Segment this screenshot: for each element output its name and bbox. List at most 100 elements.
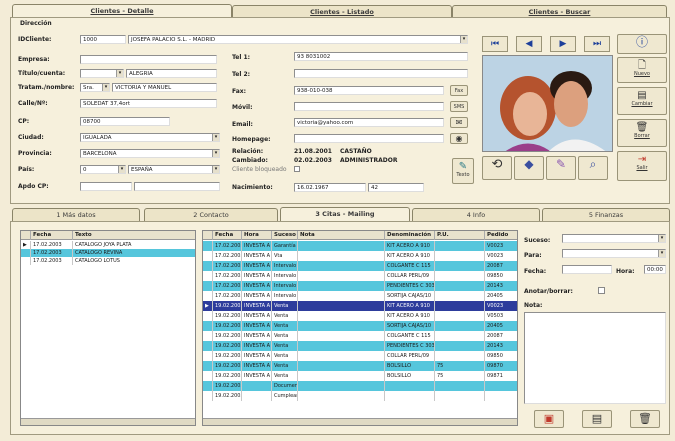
- next-record-button[interactable]: ▶: [550, 36, 576, 52]
- table-row[interactable]: 19.02.2003 INVESTA A Venta KIT ACERO A 910 V…: [203, 311, 517, 321]
- fecha-field[interactable]: [562, 265, 612, 274]
- table-row[interactable]: 19.02.2003Documentos: [203, 381, 517, 391]
- provincia-select[interactable]: BARCELONA ▾: [80, 149, 220, 158]
- table-row[interactable]: 19.02.2003 INVESTA A Venta SORTIJA CAJAS/10…: [203, 321, 517, 331]
- table-row[interactable]: ▶ 19.02.2003 INVESTA A Venta KIT ACERO A 910…: [203, 301, 517, 311]
- table-row[interactable]: 19.02.2003 INVESTA A Venta PENDIENTES C 303…: [203, 341, 517, 351]
- texto-button[interactable]: ✎ Texto: [452, 158, 474, 184]
- column-header[interactable]: Suceso: [272, 231, 298, 240]
- column-header[interactable]: Hora: [242, 231, 272, 240]
- column-header[interactable]: Fecha: [213, 231, 242, 240]
- salir-button[interactable]: ⇥ Salir: [617, 151, 667, 181]
- tab-finanzas[interactable]: 5 Finanzas: [542, 208, 670, 221]
- pais-code-select[interactable]: 0 ▾: [80, 165, 126, 174]
- anotar-checkbox[interactable]: [598, 287, 605, 294]
- first-record-button[interactable]: ⏮: [482, 36, 508, 52]
- tab-mas-datos[interactable]: 1 Más datos: [12, 208, 140, 221]
- tab-info[interactable]: 4 Info: [412, 208, 540, 221]
- pais-select[interactable]: ESPAÑA ▾: [128, 165, 220, 174]
- photo-zoom-button[interactable]: ⌕: [578, 156, 608, 180]
- movil-field[interactable]: [294, 102, 444, 111]
- photo-rotate-button[interactable]: ⟲: [482, 156, 512, 180]
- column-header[interactable]: Texto: [73, 231, 195, 240]
- chevron-down-icon[interactable]: ▾: [658, 250, 665, 257]
- table-row[interactable]: 17.02.2003 INVESTA A Garantía KIT ACERO A 9…: [203, 241, 517, 251]
- empresa-field[interactable]: [80, 55, 217, 64]
- cliente-bloqueado-checkbox[interactable]: [294, 166, 300, 172]
- prev-record-button[interactable]: ◀: [516, 36, 542, 52]
- photo-edit-button[interactable]: ✎: [546, 156, 576, 180]
- chevron-down-icon[interactable]: ▾: [118, 166, 125, 173]
- chevron-down-icon[interactable]: ▾: [460, 36, 467, 43]
- tratamiento-select[interactable]: Sra. ▾: [80, 83, 110, 92]
- tab-citas-mailing[interactable]: 3 Citas - Mailing: [280, 207, 410, 221]
- chevron-down-icon[interactable]: ▾: [658, 235, 665, 242]
- info-button[interactable]: ⓘ: [617, 34, 667, 54]
- table-row[interactable]: 17.02.2003INVESTA AIntervalo deCOLGANTE …: [203, 261, 517, 271]
- tel1-field[interactable]: 93 8031002: [294, 52, 468, 61]
- cliente-bloqueado-label: Cliente bloqueado: [232, 166, 287, 173]
- table-row[interactable]: 17.02.2003INVESTA AIntervalo deSORTIJA C…: [203, 291, 517, 301]
- table-row[interactable]: 19.02.2003 INVESTA A Venta BOLSILLO 75 09871: [203, 371, 517, 381]
- ciudad-select[interactable]: IGUALADA ▾: [80, 133, 220, 142]
- table-row[interactable]: 19.02.2003Cumpleaños: [203, 391, 517, 401]
- id-cliente-field[interactable]: 1000: [80, 35, 126, 44]
- photo-erase-button[interactable]: ◆: [514, 156, 544, 180]
- titulo-field[interactable]: ALEGRIA: [126, 69, 217, 78]
- fax-button[interactable]: Fax: [450, 85, 468, 96]
- chevron-down-icon[interactable]: ▾: [116, 70, 123, 77]
- column-header[interactable]: Nota: [298, 231, 385, 240]
- chevron-down-icon[interactable]: ▾: [212, 166, 219, 173]
- email-field[interactable]: victoria@yahoo.com: [294, 118, 444, 127]
- sms-button[interactable]: SMS: [450, 101, 468, 112]
- table-row[interactable]: 17.02.2003INVESTA AIntervalo deCOLLAR PE…: [203, 271, 517, 281]
- nombre-field[interactable]: JOSEFA PALACIO S.L. - MADRID ▾: [128, 35, 468, 44]
- table-row[interactable]: 17.02.2003 CATALOGO LOTUS: [21, 257, 195, 265]
- fax-field[interactable]: 938-010-038: [294, 86, 444, 95]
- hora-field[interactable]: 00:00: [644, 265, 666, 274]
- para-select[interactable]: ▾: [562, 249, 666, 258]
- horizontal-scrollbar[interactable]: [21, 418, 195, 425]
- titulo-select[interactable]: ▾: [80, 69, 124, 78]
- table-row[interactable]: 19.02.2003 INVESTA A Venta BOLSILLO 75 09870: [203, 361, 517, 371]
- table-row[interactable]: 17.02.2003 CATALOGO REVINA: [21, 249, 195, 257]
- cp-field[interactable]: 08700: [80, 117, 170, 126]
- tab-contacto[interactable]: 2 Contacto: [144, 208, 278, 221]
- apdo-field[interactable]: [80, 182, 132, 191]
- nuevo-button[interactable]: 🗋 Nuevo: [617, 57, 667, 83]
- chevron-down-icon[interactable]: ▾: [212, 134, 219, 141]
- last-record-button[interactable]: ⏭: [584, 36, 610, 52]
- calle-field[interactable]: SOLEDAT 37,4ort: [80, 99, 217, 108]
- delete-cita-button[interactable]: 🗑: [630, 410, 660, 428]
- edit-cita-button[interactable]: ▤: [582, 410, 612, 428]
- chevron-down-icon[interactable]: ▾: [212, 150, 219, 157]
- chevron-down-icon[interactable]: ▾: [102, 84, 109, 91]
- tel2-field[interactable]: [294, 69, 468, 78]
- citas-grid[interactable]: Fecha Hora Suceso Nota Denominación P.U. Pedid…: [202, 230, 518, 426]
- tab-clientes-detalle[interactable]: Clientes - Detalle: [12, 4, 232, 18]
- column-header[interactable]: Denominación: [385, 231, 435, 240]
- table-row[interactable]: 17.02.2003INVESTA AIntervalo dePENDIENTE…: [203, 281, 517, 291]
- mailing-grid[interactable]: Fecha Texto ▶ 17.02.2003 CATALOGO JOYA P…: [20, 230, 196, 426]
- email-button[interactable]: ✉: [450, 117, 468, 128]
- cambiar-button[interactable]: ▤ Cambiar: [617, 87, 667, 115]
- edad-field[interactable]: 42: [368, 183, 424, 192]
- homepage-field[interactable]: [294, 134, 444, 143]
- column-header[interactable]: P.U.: [435, 231, 485, 240]
- new-cita-button[interactable]: ▣: [534, 410, 564, 428]
- nacimiento-field[interactable]: 16.02.1967: [294, 183, 366, 192]
- table-row[interactable]: ▶ 17.02.2003 CATALOGO JOYA PLATA: [21, 241, 195, 249]
- table-row[interactable]: 19.02.2003 INVESTA A Venta COLLAR PERL/09 09…: [203, 351, 517, 361]
- nombre-contacto-field[interactable]: VICTORIA Y MANUEL: [112, 83, 217, 92]
- borrar-button[interactable]: 🗑 Borrar: [617, 119, 667, 147]
- column-header[interactable]: Fecha: [31, 231, 73, 240]
- table-row[interactable]: 19.02.2003 INVESTA A Venta COLGANTE C 115 20…: [203, 331, 517, 341]
- hora-label: Hora:: [616, 268, 635, 275]
- nota-textarea[interactable]: [524, 312, 666, 404]
- column-header[interactable]: Pedido: [485, 231, 517, 240]
- table-row[interactable]: 17.02.2003 INVESTA A Vta KIT ACERO A 910 V00…: [203, 251, 517, 261]
- web-button[interactable]: ◉: [450, 133, 468, 144]
- suceso-select[interactable]: ▾: [562, 234, 666, 243]
- apdo-field-2[interactable]: [134, 182, 220, 191]
- horizontal-scrollbar[interactable]: [203, 418, 517, 425]
